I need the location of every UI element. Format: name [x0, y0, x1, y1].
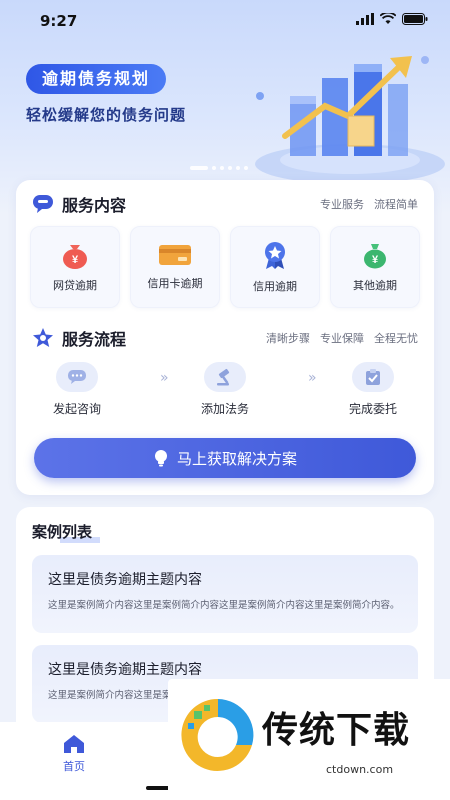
services-title: 服务内容: [62, 196, 127, 215]
process-tag: 全程无忧: [374, 332, 418, 345]
carousel-dot[interactable]: [236, 166, 240, 170]
status-time: 9:27: [40, 12, 78, 30]
svg-text:¥: ¥: [372, 254, 379, 266]
chat-bubble-icon: [33, 195, 53, 213]
process-step-consult: 发起咨询: [32, 362, 122, 417]
carousel-dot[interactable]: [220, 166, 224, 170]
get-solution-label: 马上获取解决方案: [176, 449, 297, 468]
services-grid: ¥ 网贷逾期 信用卡逾期 信用逾期 ¥ 其他逾期: [30, 226, 420, 308]
process-step-label: 完成委托: [348, 402, 397, 416]
process-title: 服务流程: [62, 330, 127, 349]
process-step-complete: 完成委托: [328, 362, 418, 417]
banner-subtitle: 轻松缓解您的债务问题: [26, 106, 187, 124]
credit-card-icon: [159, 245, 191, 265]
service-label: 信用逾期: [253, 280, 297, 293]
battery-icon: [402, 13, 428, 25]
watermark: 传统下载 ctdown.com: [168, 679, 450, 800]
watermark-url: ctdown.com: [326, 763, 394, 776]
star-badge-icon: [33, 328, 53, 347]
money-bag-icon: ¥: [63, 245, 87, 269]
case-item-title: 这里是债务逾期主题内容: [48, 662, 202, 678]
case-item-desc: 这里是案例简介内容这里是案例简介内容这里是案例简介内容这里是案例简介内容。: [48, 600, 400, 611]
carousel-dot[interactable]: [244, 166, 248, 170]
service-label: 网贷逾期: [53, 279, 97, 292]
carousel-dot[interactable]: [212, 166, 216, 170]
process-tag: 清晰步骤: [266, 332, 310, 345]
services-tags: 专业服务 流程简单: [320, 196, 418, 212]
home-icon: [64, 735, 84, 753]
watermark-logo: [181, 698, 254, 771]
service-item-credit[interactable]: 信用逾期: [230, 226, 320, 308]
process-tags: 清晰步骤 专业保障 全程无忧: [266, 330, 418, 346]
services-header: 服务内容: [32, 192, 126, 216]
svg-text:¥: ¥: [72, 254, 79, 266]
process-step-icon-bg: [56, 362, 98, 392]
cash-bag-icon: ¥: [364, 244, 386, 269]
process-step-icon-bg: [204, 362, 246, 392]
carousel-dot[interactable]: [190, 166, 208, 170]
case-item-title: 这里是债务逾期主题内容: [48, 572, 202, 588]
service-card: 服务内容 专业服务 流程简单 ¥ 网贷逾期 信用卡逾期 信用逾期 ¥ 其他逾期 …: [16, 180, 434, 495]
service-item-credit-card[interactable]: 信用卡逾期: [130, 226, 220, 308]
growth-chart-illustration: [255, 56, 445, 184]
case-item[interactable]: 这里是债务逾期主题内容 这里是案例简介内容这里是案例简介内容这里是案例简介内容这…: [32, 555, 418, 633]
signal-icon: [356, 13, 374, 25]
service-item-online-loan[interactable]: ¥ 网贷逾期: [30, 226, 120, 308]
service-label: 信用卡逾期: [147, 277, 203, 290]
case-list-title: 案例列表: [32, 523, 93, 541]
process-step-legal: 添加法务: [180, 362, 270, 417]
chat-bubble-icon: [68, 370, 86, 384]
process-step-label: 添加法务: [200, 402, 249, 416]
award-badge-icon: [265, 242, 285, 269]
service-label: 其他逾期: [353, 279, 397, 292]
chevron-double-right-icon: »: [160, 370, 168, 386]
gavel-icon: [217, 368, 230, 386]
carousel-dot[interactable]: [228, 166, 232, 170]
process-steps: 发起咨询 » 添加法务 » 完成委托: [32, 362, 418, 422]
process-header: 服务流程: [32, 326, 126, 350]
get-solution-button[interactable]: 马上获取解决方案: [34, 438, 416, 478]
watermark-text: 传统下载: [262, 710, 411, 751]
services-tag: 流程简单: [374, 198, 418, 211]
carousel-indicator[interactable]: [190, 166, 248, 170]
nav-home-label: 首页: [63, 760, 85, 773]
status-icons: [356, 13, 428, 25]
nav-home[interactable]: 首页: [52, 734, 96, 774]
service-item-other[interactable]: ¥ 其他逾期: [330, 226, 420, 308]
process-step-icon-bg: [352, 362, 394, 392]
wifi-icon: [380, 13, 396, 24]
process-step-label: 发起咨询: [52, 402, 101, 416]
services-tag: 专业服务: [320, 198, 364, 211]
chevron-double-right-icon: »: [308, 370, 316, 386]
process-tag: 专业保障: [320, 332, 364, 345]
banner-title: 逾期债务规划: [26, 64, 167, 94]
lightbulb-icon: [154, 450, 167, 467]
clipboard-check-icon: [366, 369, 380, 385]
status-bar: 9:27: [0, 0, 450, 40]
